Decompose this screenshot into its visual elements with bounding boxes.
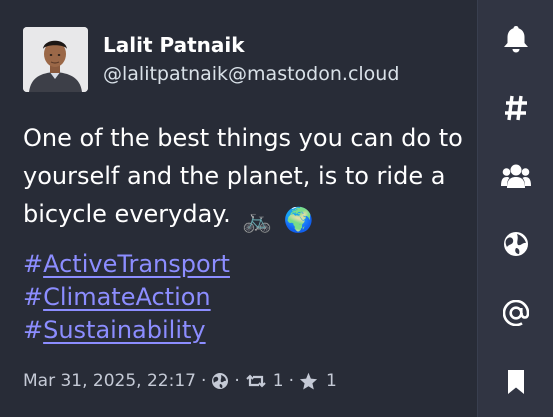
hashtag-icon[interactable] bbox=[499, 91, 533, 125]
navigation-sidebar bbox=[477, 0, 553, 417]
hashtag-link-sustainability[interactable]: #Sustainability bbox=[23, 314, 230, 347]
hashtag-word: ActiveTransport bbox=[43, 250, 230, 278]
meta-separator: · bbox=[234, 371, 240, 391]
globe-icon[interactable] bbox=[499, 227, 533, 261]
boost-count: 1 bbox=[272, 371, 284, 391]
bicycle-emoji: 🚲 bbox=[242, 206, 273, 234]
people-icon[interactable] bbox=[499, 159, 533, 193]
account-handle[interactable]: @lalitpatnaik@mastodon.cloud bbox=[103, 63, 399, 85]
hashtag-word: Sustainability bbox=[43, 316, 206, 344]
hashtag-word: ClimateAction bbox=[43, 283, 211, 311]
hashtag-link-activetransport[interactable]: #ActiveTransport bbox=[23, 248, 230, 281]
hashtag-symbol: # bbox=[23, 283, 44, 311]
hashtag-link-climateaction[interactable]: #ClimateAction bbox=[23, 281, 230, 314]
post-card: Lalit Patnaik @lalitpatnaik@mastodon.clo… bbox=[0, 0, 477, 417]
globe-icon bbox=[211, 372, 229, 390]
avatar-image bbox=[23, 27, 88, 92]
star-icon[interactable] bbox=[299, 372, 318, 390]
meta-separator: · bbox=[288, 371, 295, 391]
meta-separator: · bbox=[200, 371, 207, 391]
post-content: One of the best things you can do to you… bbox=[23, 119, 468, 239]
boost-icon[interactable] bbox=[245, 373, 267, 389]
at-icon[interactable] bbox=[499, 296, 533, 330]
hashtag-symbol: # bbox=[23, 250, 44, 278]
bell-icon[interactable] bbox=[499, 22, 533, 56]
globe-emoji: 🌍 bbox=[283, 206, 314, 234]
avatar[interactable] bbox=[23, 27, 88, 92]
post-timestamp[interactable]: Mar 31, 2025, 22:17 bbox=[23, 371, 196, 391]
hashtag-list: #ActiveTransport #ClimateAction #Sustain… bbox=[23, 248, 230, 347]
favourite-count: 1 bbox=[326, 371, 337, 391]
display-name[interactable]: Lalit Patnaik bbox=[103, 33, 245, 57]
bookmark-icon[interactable] bbox=[499, 365, 533, 399]
hashtag-symbol: # bbox=[23, 316, 44, 344]
post-meta: Mar 31, 2025, 22:17 · · 1 · 1 bbox=[23, 371, 337, 391]
